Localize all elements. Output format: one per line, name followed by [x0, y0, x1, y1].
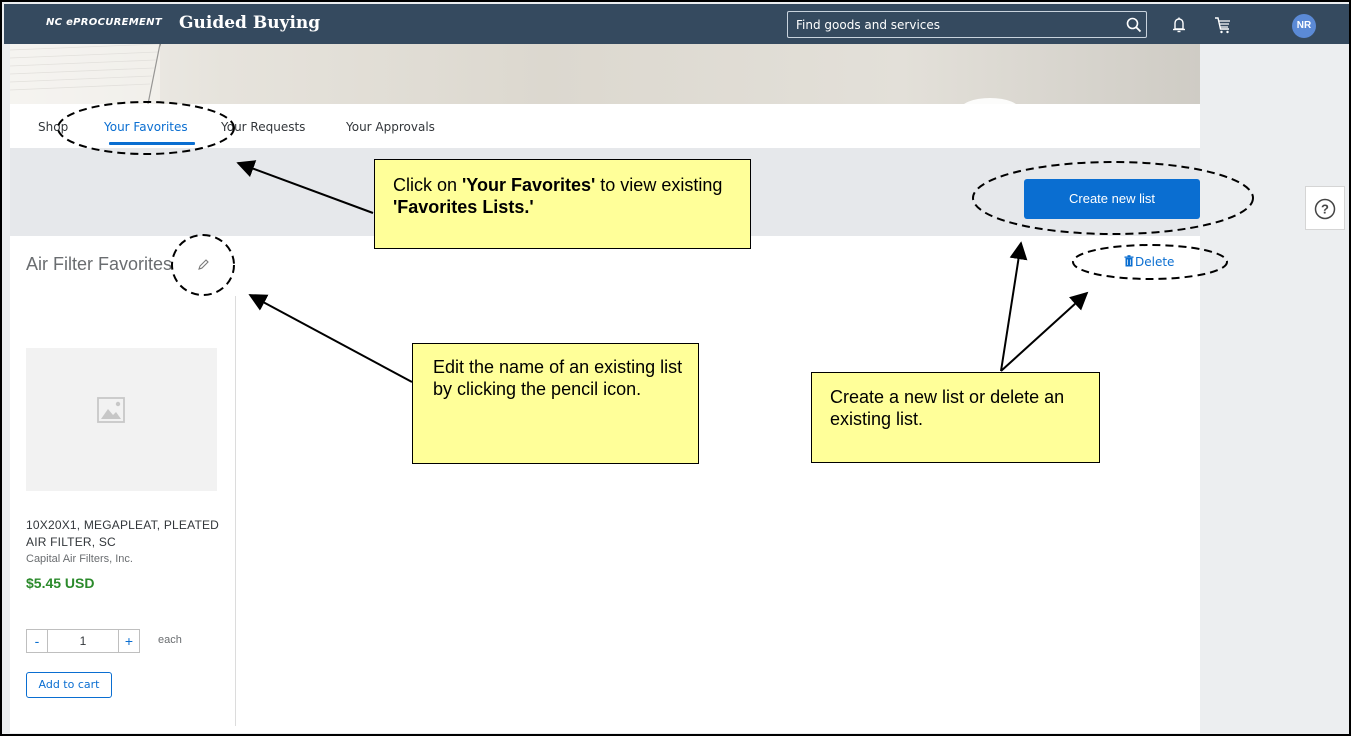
help-button[interactable]: ?: [1305, 186, 1345, 230]
delete-list-link[interactable]: Delete: [1124, 255, 1174, 269]
callout-edit-name: Edit the name of an existing list by cli…: [412, 343, 699, 464]
banner-artwork: [10, 44, 1016, 104]
tab-shop[interactable]: Shop: [38, 120, 68, 134]
svg-text:?: ?: [1321, 202, 1329, 217]
tab-your-favorites[interactable]: Your Favorites: [104, 120, 188, 134]
search-box[interactable]: [787, 11, 1147, 38]
callout-favorites-strong-1: 'Your Favorites': [462, 175, 596, 195]
column-divider: [235, 296, 236, 726]
quantity-unit: each: [158, 634, 182, 646]
tab-bar: Shop Your Favorites Your Requests Your A…: [10, 104, 1200, 148]
search-input[interactable]: [796, 16, 1116, 34]
callout-favorites-pre: Click on: [393, 175, 463, 195]
supplier-name: Capital Air Filters, Inc.: [26, 553, 133, 565]
help-icon[interactable]: ?: [1314, 198, 1336, 220]
bell-icon[interactable]: [1168, 14, 1190, 36]
hero-banner: [10, 44, 1200, 104]
create-new-list-button[interactable]: Create new list: [1024, 179, 1200, 219]
add-to-cart-button[interactable]: Add to cart: [26, 672, 112, 698]
callout-favorites-strong-2: 'Favorites Lists.': [393, 197, 534, 217]
app-title[interactable]: Guided Buying: [179, 13, 320, 33]
tab-your-approvals[interactable]: Your Approvals: [346, 120, 435, 134]
list-title: Air Filter Favorites: [26, 254, 173, 274]
top-navigation-bar: NC ePROCUREMENT Guided Buying NR: [4, 4, 1349, 44]
cart-icon[interactable]: [1212, 14, 1234, 36]
callout-favorites-mid: to view existing: [595, 175, 723, 195]
delete-label[interactable]: Delete: [1135, 255, 1174, 269]
trash-icon: [1124, 255, 1134, 267]
brand-logo[interactable]: NC ePROCUREMENT: [46, 17, 162, 28]
product-name[interactable]: 10X20X1, MEGAPLEAT, PLEATED AIR FILTER, …: [26, 517, 226, 551]
quantity-input[interactable]: [48, 629, 118, 653]
callout-your-favorites: Click on 'Your Favorites' to view existi…: [374, 159, 751, 249]
image-placeholder-icon: [97, 397, 125, 423]
tab-your-requests[interactable]: Your Requests: [221, 120, 305, 134]
quantity-increment-button[interactable]: +: [118, 629, 140, 653]
user-avatar[interactable]: NR: [1292, 14, 1316, 38]
callout-create-delete: Create a new list or delete an existing …: [811, 372, 1100, 463]
product-price: $5.45 USD: [26, 575, 95, 591]
quantity-decrement-button[interactable]: -: [26, 629, 48, 653]
search-icon[interactable]: [1125, 16, 1143, 34]
active-tab-indicator: [109, 142, 195, 145]
pencil-icon[interactable]: [196, 258, 210, 272]
